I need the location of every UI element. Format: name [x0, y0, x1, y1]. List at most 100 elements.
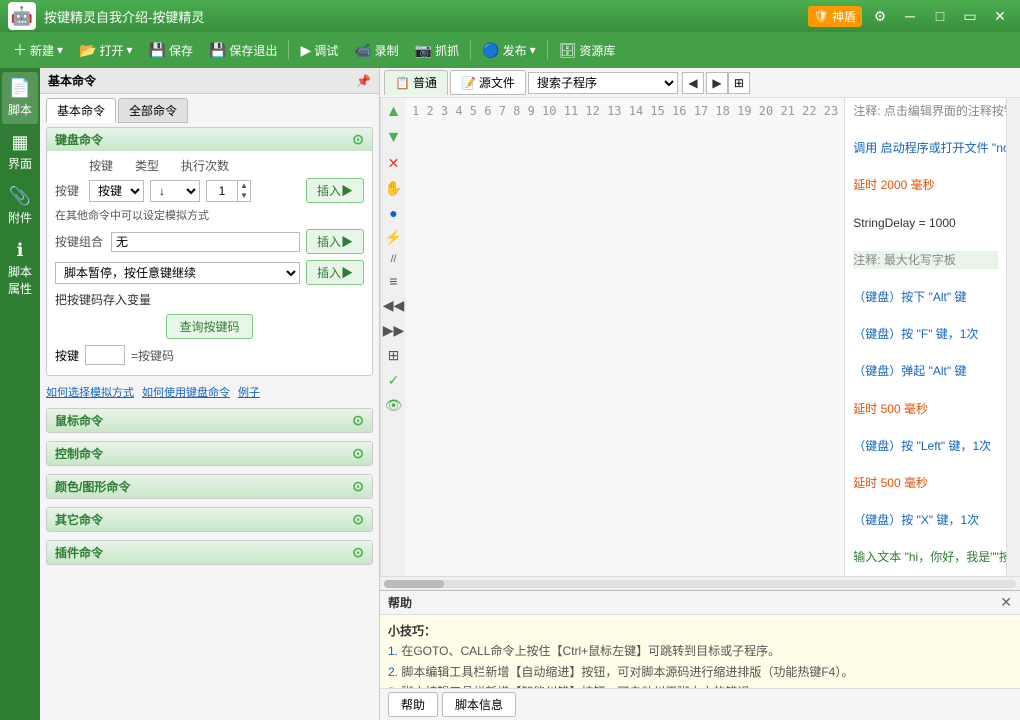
h-scrollbar-thumb[interactable]: [384, 580, 444, 588]
new-icon: ＋: [13, 40, 27, 60]
spin-down[interactable]: ▼: [238, 191, 250, 201]
help-bottom: 帮助 脚本信息: [380, 688, 1020, 720]
help-close-button[interactable]: ✕: [1000, 594, 1012, 611]
panel-header: 基本命令 📌: [40, 68, 379, 94]
capture-button[interactable]: 📷 抓抓: [408, 39, 466, 62]
action-circle-button[interactable]: ●: [383, 202, 405, 224]
action-down-button[interactable]: ▼: [383, 126, 405, 150]
count-input-wrap: ▲ ▼: [206, 180, 251, 202]
resources-icon: 🗄: [559, 42, 577, 59]
code-content[interactable]: 注释: 点击编辑界面的注释按钮，即可看到比较详细的脚本说明 调用 启动程序或打开…: [845, 98, 1006, 576]
link-use-keyboard[interactable]: 如何使用键盘命令: [142, 384, 230, 400]
tab-normal[interactable]: 📋 普通: [384, 70, 448, 95]
control-section-header[interactable]: 控制命令 ⊙: [47, 442, 372, 465]
new-button[interactable]: ＋ 新建 ▾: [6, 37, 70, 63]
grid-view-button[interactable]: ⊞: [728, 72, 750, 94]
minimize-button[interactable]: ─: [898, 4, 922, 28]
line-numbers: 1 2 3 4 5 6 7 8 9 10 11 12 13 14 15 16 1…: [406, 98, 845, 576]
sidebar-item-attachment[interactable]: 📎 附件: [2, 180, 38, 232]
attachment-icon: 📎: [9, 186, 31, 207]
action-eye-button[interactable]: 👁: [383, 394, 405, 417]
color-shape-section-header[interactable]: 颜色/图形命令 ⊙: [47, 475, 372, 498]
color-shape-expand-icon: ⊙: [352, 478, 364, 495]
settings-button[interactable]: ⚙: [868, 4, 892, 28]
info-icon: ℹ: [17, 240, 24, 261]
next-nav-button[interactable]: ▶: [706, 72, 728, 94]
publish-button[interactable]: 🔵 发布 ▾: [475, 39, 542, 62]
horizontal-scrollbar[interactable]: [380, 576, 1020, 590]
prev-nav-button[interactable]: ◀: [682, 72, 704, 94]
count-input[interactable]: [207, 182, 237, 200]
stop-select[interactable]: 脚本暂停，按任意键继续: [55, 262, 300, 284]
action-check-button[interactable]: ✓: [383, 369, 405, 392]
close-button[interactable]: ✕: [988, 4, 1012, 28]
action-expand-button[interactable]: ▶▶: [383, 319, 405, 342]
action-delete-button[interactable]: ✕: [383, 152, 405, 175]
action-drag-button[interactable]: ✋: [383, 177, 405, 200]
vertical-scrollbar[interactable]: [1006, 98, 1020, 576]
h-scrollbar-track: [384, 580, 1016, 588]
key-select[interactable]: 按键: [89, 180, 144, 202]
resources-button[interactable]: 🗄 资源库: [552, 39, 623, 62]
plugin-section-header[interactable]: 插件命令 ⊙: [47, 541, 372, 564]
editor-select-wrap: 搜索子程序 ◀ ▶ ⊞: [528, 72, 1016, 94]
action-bolt-button[interactable]: ⚡: [383, 226, 405, 249]
toolbar-separator-1: [288, 40, 289, 60]
mouse-section: 鼠标命令 ⊙: [46, 408, 373, 433]
keyboard-section: 键盘命令 ⊙ 按键 类型 执行次数 按键 按键 ↓: [46, 127, 373, 376]
save-exit-button[interactable]: 💾 保存退出: [202, 39, 284, 62]
logo-icon: 🤖: [11, 6, 33, 27]
spin-up[interactable]: ▲: [238, 181, 250, 191]
open-button[interactable]: 📂 打开 ▾: [72, 39, 139, 62]
link-example[interactable]: 例子: [238, 384, 260, 400]
action-up-button[interactable]: ▲: [383, 100, 405, 124]
record-icon: 📹: [354, 42, 371, 59]
action-collapse-button[interactable]: ◀◀: [383, 294, 405, 317]
mouse-section-header[interactable]: 鼠标命令 ⊙: [47, 409, 372, 432]
code-area: ▲ ▼ ✕ ✋ ● ⚡ // ≡ ◀◀ ▶▶ ⊞ ✓ 👁 1 2 3 4 5 6…: [380, 98, 1020, 576]
sidebar-item-props[interactable]: ℹ 脚本属性: [2, 234, 38, 303]
links-row: 如何选择模拟方式 如何使用键盘命令 例子: [46, 384, 373, 400]
combo-insert-button[interactable]: 插入▶: [306, 229, 364, 254]
keyboard-section-header[interactable]: 键盘命令 ⊙: [47, 128, 372, 151]
keyboard-insert-button[interactable]: 插入▶: [306, 178, 364, 203]
record-button[interactable]: 📹 录制: [347, 39, 405, 62]
save-icon: 💾: [149, 42, 166, 59]
help-title: 帮助: [388, 594, 412, 611]
key-code-input[interactable]: [85, 345, 125, 365]
maximize-button[interactable]: ▭: [958, 4, 982, 28]
right-panel: 📋 普通 📝 源文件 搜索子程序 ◀ ▶ ⊞: [380, 68, 1020, 720]
left-panel: 基本命令 📌 基本命令 全部命令 键盘命令 ⊙ 按键 类型 执行次数: [40, 68, 380, 720]
stop-insert-button[interactable]: 插入▶: [306, 260, 364, 285]
action-comment-button[interactable]: //: [383, 251, 405, 268]
tab-basic-commands[interactable]: 基本命令: [46, 98, 116, 123]
type-select[interactable]: ↓: [150, 180, 200, 202]
sidebar-item-interface[interactable]: ▦ 界面: [2, 126, 38, 178]
action-grid2-button[interactable]: ⊞: [383, 344, 405, 367]
help-tip-1: 1. 在GOTO、CALL命令上按住【Ctrl+鼠标左键】可跳转到目标或子程序。: [388, 641, 1012, 661]
debug-button[interactable]: ▶ 调试: [293, 39, 345, 62]
restore-button[interactable]: □: [928, 4, 952, 28]
control-expand-icon: ⊙: [352, 445, 364, 462]
source-tab-icon: 📝: [461, 76, 476, 90]
query-button[interactable]: 查询按键码: [166, 314, 252, 339]
help-header: 帮助 ✕: [380, 591, 1020, 615]
tab-source[interactable]: 📝 源文件: [450, 70, 526, 95]
query-row: 查询按键码: [55, 314, 364, 339]
shield-icon: 🛡: [814, 9, 829, 23]
help-body: 小技巧： 1. 在GOTO、CALL命令上按住【Ctrl+鼠标左键】可跳转到目标…: [380, 615, 1020, 688]
script-info-button[interactable]: 脚本信息: [442, 692, 516, 717]
link-select-method[interactable]: 如何选择模拟方式: [46, 384, 134, 400]
editor-toolbar: 📋 普通 📝 源文件 搜索子程序 ◀ ▶ ⊞: [380, 68, 1020, 98]
window-title: 按键精灵自我介绍-按键精灵: [44, 7, 808, 26]
action-menu-button[interactable]: ≡: [383, 270, 405, 292]
other-section-header[interactable]: 其它命令 ⊙: [47, 508, 372, 531]
save-button[interactable]: 💾 保存: [142, 39, 200, 62]
sidebar-item-script[interactable]: 📄 脚本: [2, 72, 38, 124]
combo-input[interactable]: [111, 232, 300, 252]
help-button[interactable]: 帮助: [388, 692, 438, 717]
subroutine-select[interactable]: 搜索子程序: [528, 72, 678, 94]
tab-all-commands[interactable]: 全部命令: [118, 98, 188, 123]
pin-button[interactable]: 📌: [356, 74, 371, 88]
help-panel: 帮助 ✕ 小技巧： 1. 在GOTO、CALL命令上按住【Ctrl+鼠标左键】可…: [380, 590, 1020, 720]
